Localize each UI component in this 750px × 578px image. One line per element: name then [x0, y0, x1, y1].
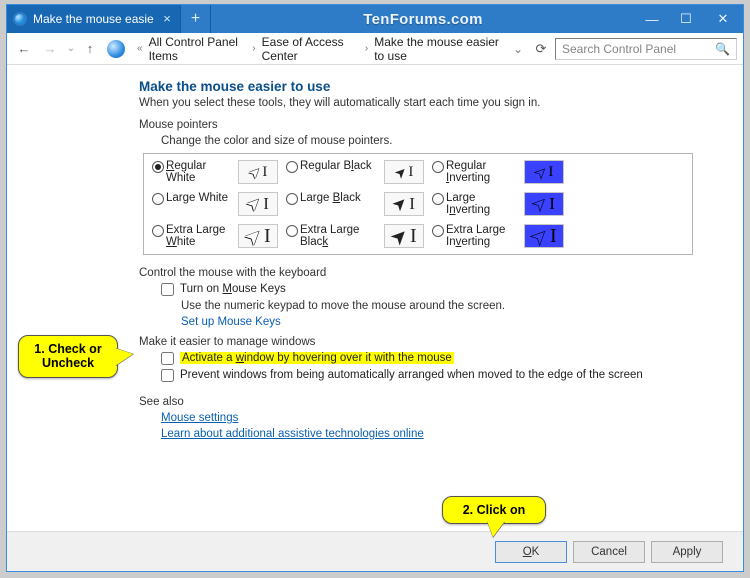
pointer-preview: ➤I: [238, 192, 278, 216]
pointer-option-label[interactable]: Large White: [166, 192, 238, 204]
pointer-preview: ➤I: [238, 224, 278, 248]
section-manage-windows: Make it easier to manage windows: [139, 336, 693, 348]
pointer-preview: ➤I: [524, 224, 564, 248]
maximize-button[interactable]: ☐: [669, 5, 703, 33]
callout-1-text: 1. Check or Uncheck: [34, 342, 101, 370]
pointer-preview: ➤I: [384, 192, 424, 216]
checkbox-activate-hover[interactable]: Activate a window by hovering over it wi…: [161, 352, 693, 365]
checkbox-prevent-arrange[interactable]: Prevent windows from being automatically…: [161, 369, 693, 382]
window-controls: — ☐ ✕: [635, 5, 743, 33]
pointer-radio[interactable]: [152, 193, 164, 205]
pointer-option-label[interactable]: Extra LargeWhite: [166, 224, 238, 248]
content: Make the mouse easier to use When you se…: [7, 65, 743, 531]
pointer-radio[interactable]: [432, 193, 444, 205]
pointer-preview: ➤I: [384, 160, 424, 184]
activate-hover-label: Activate a window by hovering over it wi…: [180, 352, 454, 364]
crumb-mouse-easier[interactable]: Make the mouse easier to use: [372, 35, 505, 63]
nav-back-button[interactable]: ←: [13, 38, 35, 60]
close-button[interactable]: ✕: [703, 5, 743, 33]
mouse-settings-link[interactable]: Mouse settings: [161, 412, 693, 424]
crumb-ease-of-access[interactable]: Ease of Access Center: [260, 35, 361, 63]
chevron-icon: «: [133, 43, 147, 54]
tab-favicon: [13, 12, 27, 26]
pointer-options-box: RegularWhite➤IRegular Black➤IRegularInve…: [143, 153, 693, 255]
pointer-option-label[interactable]: RegularInverting: [446, 160, 524, 184]
pointer-option-label[interactable]: RegularWhite: [166, 160, 238, 184]
callout-tail-icon: [115, 348, 133, 366]
ok-button[interactable]: OK: [495, 541, 567, 563]
window-root: Make the mouse easie × + TenForums.com —…: [6, 4, 744, 572]
address-bar: ← → ⌄ ↑ « All Control Panel Items › Ease…: [7, 33, 743, 65]
pointer-radio[interactable]: [286, 225, 298, 237]
control-panel-icon: [107, 40, 125, 58]
prevent-arrange-checkbox[interactable]: [161, 369, 174, 382]
assistive-tech-link[interactable]: Learn about additional assistive technol…: [161, 428, 693, 440]
watermark: TenForums.com: [211, 5, 635, 33]
pointer-radio[interactable]: [432, 161, 444, 173]
callout-check-uncheck: 1. Check or Uncheck: [18, 335, 118, 378]
callout-2-text: 2. Click on: [463, 503, 526, 517]
pointer-radio[interactable]: [286, 161, 298, 173]
pointer-option-label[interactable]: Extra LargeInverting: [446, 224, 524, 248]
apply-button[interactable]: Apply: [651, 541, 723, 563]
breadcrumb[interactable]: « All Control Panel Items › Ease of Acce…: [133, 35, 505, 63]
pointer-preview: ➤I: [524, 192, 564, 216]
chevron-icon: ›: [361, 43, 372, 54]
mouse-keys-label: Turn on Mouse Keys: [180, 283, 286, 295]
titlebar: Make the mouse easie × + TenForums.com —…: [7, 5, 743, 33]
mouse-keys-checkbox[interactable]: [161, 283, 174, 296]
browser-tab[interactable]: Make the mouse easie ×: [7, 5, 181, 33]
search-placeholder: Search Control Panel: [562, 42, 676, 56]
pointer-radio[interactable]: [152, 161, 164, 173]
callout-tail-icon: [487, 521, 505, 537]
checkbox-mouse-keys[interactable]: Turn on Mouse Keys: [161, 283, 693, 296]
setup-mouse-keys-link[interactable]: Set up Mouse Keys: [181, 316, 693, 328]
minimize-button[interactable]: —: [635, 5, 669, 33]
nav-up-button[interactable]: ↑: [81, 41, 99, 56]
pointer-preview: ➤I: [384, 224, 424, 248]
tab-close-icon[interactable]: ×: [160, 12, 174, 26]
section-keyboard-mouse: Control the mouse with the keyboard: [139, 267, 693, 279]
search-input[interactable]: Search Control Panel 🔍: [555, 38, 737, 60]
pointer-option-label[interactable]: LargeInverting: [446, 192, 524, 216]
nav-history-dropdown[interactable]: ⌄: [65, 43, 77, 54]
nav-forward-button[interactable]: →: [39, 38, 61, 60]
cancel-button[interactable]: Cancel: [573, 541, 645, 563]
see-also-label: See also: [139, 396, 693, 408]
pointer-option-label[interactable]: Large Black: [300, 192, 384, 204]
mouse-keys-description: Use the numeric keypad to move the mouse…: [181, 300, 693, 312]
pointer-option-label[interactable]: Extra LargeBlack: [300, 224, 384, 248]
activate-hover-checkbox[interactable]: [161, 352, 174, 365]
search-icon: 🔍: [715, 42, 730, 56]
pointer-radio[interactable]: [152, 225, 164, 237]
pointers-subtitle: Change the color and size of mouse point…: [161, 135, 693, 147]
tab-title: Make the mouse easie: [33, 12, 154, 26]
new-tab-button[interactable]: +: [181, 5, 211, 33]
pointer-preview: ➤I: [238, 160, 278, 184]
callout-click-on: 2. Click on: [442, 496, 546, 524]
pointer-preview: ➤I: [524, 160, 564, 184]
footer-button-bar: OK Cancel Apply: [7, 531, 743, 571]
section-mouse-pointers: Mouse pointers: [139, 119, 693, 131]
page-subtitle: When you select these tools, they will a…: [139, 97, 693, 109]
chevron-icon: ›: [248, 43, 259, 54]
pointer-radio[interactable]: [286, 193, 298, 205]
refresh-button[interactable]: ⟳: [531, 41, 551, 57]
page-title: Make the mouse easier to use: [139, 79, 693, 94]
prevent-arrange-label: Prevent windows from being automatically…: [180, 369, 643, 381]
address-dropdown[interactable]: ⌄: [509, 42, 527, 56]
pointer-option-label[interactable]: Regular Black: [300, 160, 384, 172]
pointer-radio[interactable]: [432, 225, 444, 237]
crumb-all-items[interactable]: All Control Panel Items: [147, 35, 249, 63]
